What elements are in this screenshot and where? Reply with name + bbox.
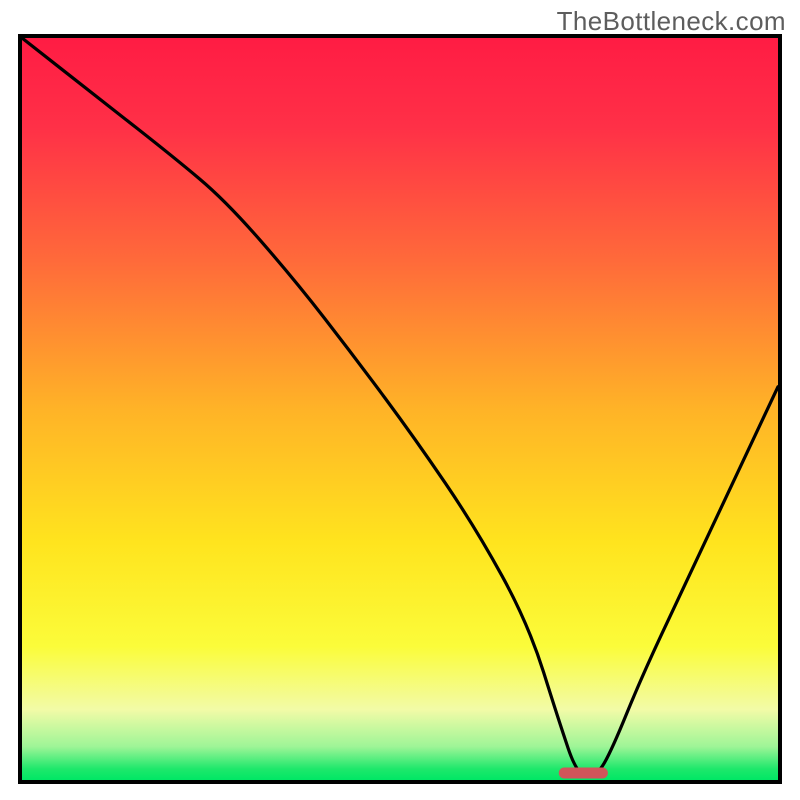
- bottleneck-chart: [0, 0, 800, 800]
- gradient-fill: [22, 38, 778, 780]
- watermark-text: TheBottleneck.com: [557, 6, 786, 37]
- chart-stage: TheBottleneck.com: [0, 0, 800, 800]
- highlight-segment: [559, 768, 608, 779]
